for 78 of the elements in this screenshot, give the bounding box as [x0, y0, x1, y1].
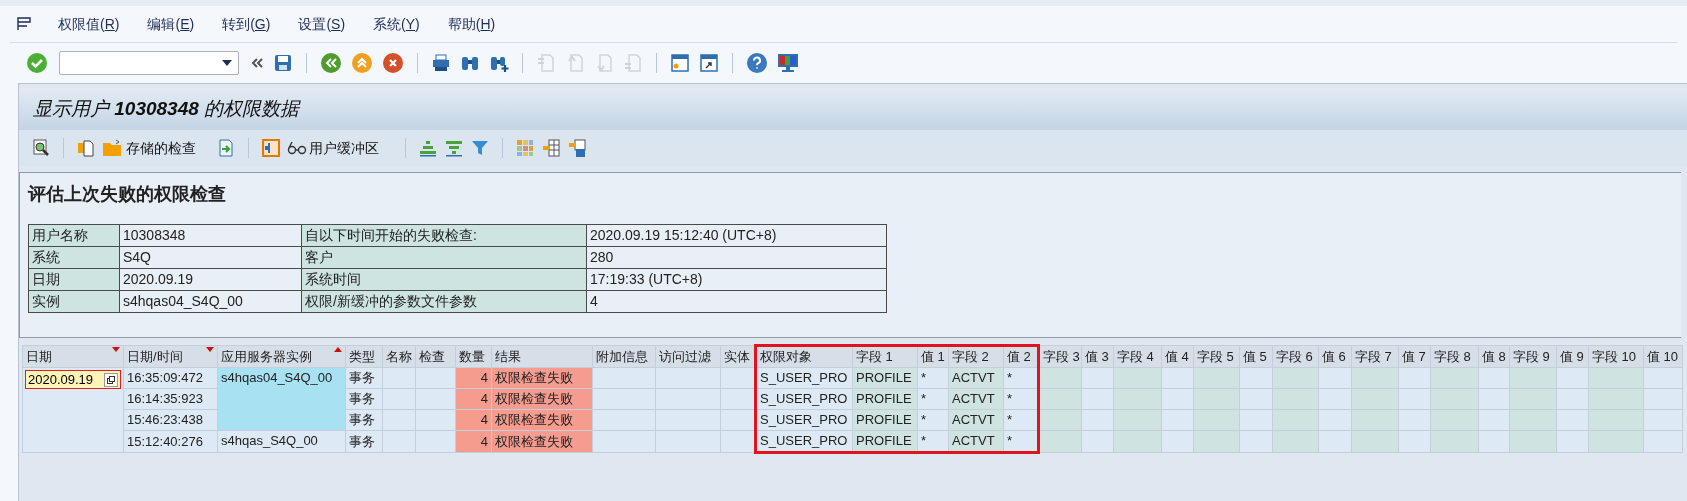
table-cell: S_USER_PRO — [755, 409, 853, 431]
value-cell: 17:19:33 (UTC+8) — [586, 268, 887, 291]
label-cell: 实例 — [28, 290, 120, 313]
column-header[interactable]: 字段 2 — [948, 345, 1004, 368]
column-header[interactable]: 值 7 — [1398, 345, 1431, 368]
sort-descending-icon[interactable] — [444, 138, 464, 158]
value-help-icon — [107, 375, 115, 384]
column-header[interactable]: 值 1 — [917, 345, 949, 368]
table-layout-icon[interactable] — [541, 138, 561, 158]
value-cell: S4Q — [119, 246, 302, 269]
column-header[interactable]: 值 6 — [1318, 345, 1352, 368]
column-header[interactable]: 结果 — [491, 345, 593, 368]
document-search-icon[interactable] — [31, 138, 51, 158]
column-header[interactable]: 字段 7 — [1351, 345, 1399, 368]
column-header[interactable]: 字段 5 — [1193, 345, 1240, 368]
value-cell: 2020.09.19 15:12:40 (UTC+8) — [586, 224, 887, 247]
column-header[interactable]: 字段 9 — [1509, 345, 1557, 368]
table-cell: S_USER_PRO — [755, 388, 853, 410]
menu-icon[interactable] — [16, 16, 34, 32]
menu-item[interactable]: 转到(G) — [208, 13, 285, 35]
label-cell: 系统 — [28, 246, 120, 269]
menu-item[interactable]: 设置(S) — [284, 13, 360, 35]
table-cell: S_USER_PRO — [755, 367, 853, 389]
bracket-frame-icon[interactable] — [261, 138, 281, 158]
title-bar: 显示用户 10308348 的权限数据 — [19, 88, 1687, 130]
value-cell: 4 — [586, 290, 887, 313]
column-header[interactable]: 日期 — [22, 345, 124, 368]
menu-item[interactable]: 编辑(E) — [133, 13, 209, 35]
label-cell: 系统时间 — [301, 268, 587, 291]
document-arrow-icon[interactable] — [216, 138, 236, 158]
column-header[interactable]: 应用服务器实例 — [217, 345, 346, 368]
table-save-icon[interactable] — [567, 138, 587, 158]
menu-item[interactable]: 系统(Y) — [359, 13, 434, 35]
value-cell: s4hqas04_S4Q_00 — [119, 290, 302, 313]
value-help-button[interactable] — [104, 372, 118, 387]
sort-ascending-icon[interactable] — [418, 138, 438, 158]
column-header[interactable]: 附加信息 — [592, 345, 656, 368]
column-header[interactable]: 类型 — [345, 345, 383, 368]
table-cell: s4hqas04_S4Q_00 — [217, 367, 346, 431]
dropdown-icon — [222, 60, 232, 66]
date-field[interactable]: 2020.09.19 — [25, 370, 121, 389]
toolbar-button[interactable]: 存储的检查 — [102, 137, 196, 159]
filter-icon[interactable] — [470, 138, 490, 158]
column-header[interactable]: 值 4 — [1161, 345, 1194, 368]
column-header[interactable]: 字段 4 — [1113, 345, 1162, 368]
menu-item[interactable]: 帮助(H) — [433, 13, 510, 35]
value-cell: 10308348 — [119, 224, 302, 247]
menu-item[interactable]: 权限值(R) — [44, 13, 134, 35]
section-heading: 评估上次失败的权限检查 — [28, 183, 227, 206]
column-header[interactable]: 名称 — [382, 345, 416, 368]
column-header[interactable]: 值 2 — [1003, 345, 1039, 368]
value-cell: 2020.09.19 — [119, 268, 302, 291]
glasses-icon[interactable] — [287, 140, 307, 156]
label-cell: 权限/新缓冲的参数文件参数 — [301, 290, 587, 313]
column-header[interactable]: 检查 — [415, 345, 456, 368]
column-header[interactable]: 值 5 — [1239, 345, 1273, 368]
column-header[interactable]: 数量 — [455, 345, 492, 368]
column-header[interactable]: 字段 3 — [1038, 345, 1082, 368]
column-header[interactable]: 字段 8 — [1430, 345, 1479, 368]
column-header[interactable]: 访问过滤 — [655, 345, 721, 368]
column-header[interactable]: 权限对象 — [755, 345, 853, 368]
label-cell: 客户 — [301, 246, 587, 269]
column-header[interactable]: 字段 1 — [852, 345, 918, 368]
toolbar-button[interactable]: 用户缓冲区 — [287, 137, 379, 159]
command-field[interactable] — [59, 51, 239, 75]
label-cell: 自以下时间开始的失败检查: — [301, 224, 587, 247]
column-header[interactable]: 值 10 — [1643, 345, 1683, 368]
column-header[interactable]: 值 8 — [1478, 345, 1510, 368]
column-header[interactable]: 日期/时间 — [123, 345, 218, 368]
column-header[interactable]: 字段 6 — [1272, 345, 1319, 368]
column-header[interactable]: 字段 10 — [1588, 345, 1644, 368]
label-cell: 日期 — [28, 268, 120, 291]
column-header[interactable]: 值 3 — [1081, 345, 1114, 368]
table-cell: S_USER_PRO — [755, 430, 853, 452]
label-cell: 用户名称 — [28, 224, 120, 247]
copy-document-icon[interactable] — [76, 138, 96, 158]
column-header[interactable]: 值 9 — [1556, 345, 1589, 368]
value-cell: 280 — [586, 246, 887, 269]
